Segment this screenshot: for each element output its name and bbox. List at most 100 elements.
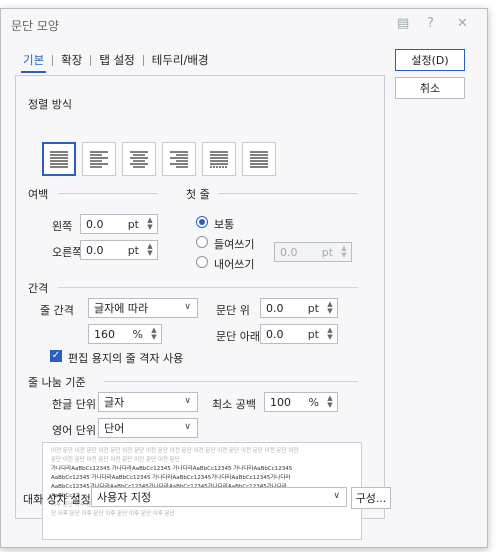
tab-extended[interactable]: 확장: [53, 49, 90, 71]
line-spacing-value: 160: [94, 327, 115, 341]
spin-arrows-icon[interactable]: ▲ ▼: [338, 244, 350, 260]
space-above-value: 0.0: [266, 301, 284, 315]
right-margin-unit: pt: [127, 244, 139, 257]
first-line-normal-label: 보통: [214, 218, 235, 231]
ok-button[interactable]: 설정(D): [395, 49, 465, 71]
line-spacing-unit: %: [132, 328, 143, 341]
first-line-value-input[interactable]: 0.0 pt ▲ ▼: [274, 242, 352, 262]
settings-icon[interactable]: ▤: [397, 16, 409, 31]
preview-prev-line: 이전 문단 이전 문단 이전 문단 이전 문단 이전 문단 이전 문단 이전 문…: [51, 448, 299, 454]
line-spacing-value-input[interactable]: 160 % ▲ ▼: [88, 324, 162, 344]
spin-arrows-icon[interactable]: ▲ ▼: [144, 216, 156, 232]
min-space-value: 100: [270, 395, 291, 409]
first-line-outdent-radio[interactable]: [196, 256, 208, 268]
space-above-label: 문단 위: [216, 304, 250, 317]
tab-tab-settings[interactable]: 탭 설정: [91, 49, 142, 71]
chevron-down-icon: ∨: [184, 302, 191, 312]
line-spacing-label: 줄 간격: [40, 304, 74, 317]
left-margin-input[interactable]: 0.0 pt ▲ ▼: [80, 214, 158, 234]
english-unit-select[interactable]: 단어 ∨: [98, 418, 198, 438]
preview-next-line: 단 이후 문단 이후 문단 이후 문단 이후 문단 이후 문단: [51, 511, 175, 517]
preview-sample-line: 가나다라AaBbCc12345 가나다라AaBbCc12345 가나다라AaBb…: [51, 466, 293, 472]
title-bar: 문단 모양 ▤ ? ✕: [1, 9, 487, 39]
right-margin-value: 0.0: [86, 243, 104, 257]
margin-heading: 여백: [28, 188, 49, 201]
preview-prev-line: 문단 이전 문단 이전 문단 이전 문단 이전 문단 이전 문단: [51, 457, 180, 463]
align-distribute-button[interactable]: [202, 142, 236, 176]
align-left-button[interactable]: [82, 142, 116, 176]
chevron-down-icon: ∨: [184, 396, 191, 406]
line-grid-checkbox[interactable]: ✓: [50, 350, 62, 362]
first-line-heading: 첫 줄: [186, 188, 210, 201]
align-justify-button[interactable]: [42, 142, 76, 176]
first-line-outdent-label: 내어쓰기: [214, 258, 255, 271]
min-space-label: 최소 공백: [212, 398, 256, 411]
first-line-divider: [218, 193, 358, 194]
align-center-icon: [130, 151, 148, 168]
korean-unit-value: 글자: [104, 396, 125, 409]
tab-bar: 기본 확장 탭 설정 테두리/배경: [15, 49, 217, 73]
align-center-button[interactable]: [122, 142, 156, 176]
dialog-settings-select[interactable]: 사용자 지정 ∨: [91, 487, 347, 507]
dialog-title: 문단 모양: [11, 19, 59, 33]
space-below-input[interactable]: 0.0 pt ▲ ▼: [260, 324, 338, 344]
align-justify-icon: [50, 151, 68, 168]
right-margin-label: 오른쪽: [52, 246, 83, 259]
alignment-heading: 정렬 방식: [28, 98, 72, 111]
chevron-down-icon: ∨: [184, 422, 191, 432]
spin-arrows-icon[interactable]: ▲ ▼: [144, 242, 156, 258]
left-margin-value: 0.0: [86, 217, 104, 231]
align-distribute-icon: [210, 151, 228, 168]
config-button[interactable]: 구성...: [351, 487, 391, 509]
space-above-input[interactable]: 0.0 pt ▲ ▼: [260, 298, 338, 318]
left-margin-unit: pt: [127, 218, 139, 231]
spin-arrows-icon[interactable]: ▲ ▼: [324, 326, 336, 342]
first-line-value: 0.0: [280, 245, 298, 259]
line-break-heading: 줄 나눔 기준: [28, 376, 86, 389]
dialog-settings-label: 대화 상자 설정: [23, 493, 91, 506]
line-spacing-mode-value: 글자에 따라: [94, 302, 149, 315]
help-icon[interactable]: ?: [427, 16, 434, 31]
first-line-indent-radio[interactable]: [196, 236, 208, 248]
first-line-unit: pt: [321, 246, 333, 259]
align-divide-button[interactable]: [242, 142, 276, 176]
spin-arrows-icon[interactable]: ▲ ▼: [324, 300, 336, 316]
min-space-unit: %: [308, 396, 319, 409]
dialog-settings-value: 사용자 지정: [97, 491, 152, 504]
line-break-divider: [104, 381, 358, 382]
close-icon[interactable]: ✕: [457, 16, 468, 31]
spacing-heading: 간격: [28, 282, 49, 295]
min-space-input[interactable]: 100 % ▲ ▼: [264, 392, 338, 412]
space-below-value: 0.0: [266, 327, 284, 341]
space-below-unit: pt: [307, 328, 319, 341]
tab-border-background[interactable]: 테두리/배경: [144, 49, 217, 71]
english-unit-value: 단어: [104, 422, 125, 435]
right-margin-input[interactable]: 0.0 pt ▲ ▼: [80, 240, 158, 260]
cancel-button-label: 취소: [419, 82, 441, 95]
ok-button-label: 설정(D): [411, 54, 449, 67]
cancel-button[interactable]: 취소: [395, 77, 465, 99]
align-left-icon: [90, 151, 108, 168]
dialog-panel: 기본 확장 탭 설정 테두리/배경 정렬 방식 여백 왼쪽 0.0 pt ▲ ▼…: [15, 49, 385, 540]
first-line-normal-radio[interactable]: [196, 216, 208, 228]
english-unit-label: 영어 단위: [52, 424, 96, 437]
align-right-icon: [170, 151, 188, 168]
spin-arrows-icon[interactable]: ▲ ▼: [324, 394, 336, 410]
basic-tab-content: 정렬 방식 여백 왼쪽 0.0 pt ▲ ▼ 오른쪽 0.0 pt ▲ ▼ 첫 …: [15, 75, 385, 540]
preview-sample-line: AaBbCc12345 가나다라AaBbCc12345 가나다라AaBbCc12…: [51, 475, 291, 481]
korean-unit-label: 한글 단위: [52, 398, 96, 411]
line-grid-label: 편집 용지의 줄 격자 사용: [68, 352, 184, 365]
left-margin-label: 왼쪽: [52, 220, 73, 233]
config-button-label: 구성...: [355, 492, 387, 505]
margin-divider: [58, 193, 158, 194]
space-above-unit: pt: [307, 302, 319, 315]
paragraph-shape-dialog: 문단 모양 ▤ ? ✕ 기본 확장 탭 설정 테두리/배경 정렬 방식 여백 왼…: [0, 8, 488, 548]
chevron-down-icon: ∨: [333, 491, 340, 501]
align-right-button[interactable]: [162, 142, 196, 176]
spin-arrows-icon[interactable]: ▲ ▼: [148, 326, 160, 342]
korean-unit-select[interactable]: 글자 ∨: [98, 392, 198, 412]
space-below-label: 문단 아래: [216, 330, 260, 343]
tab-basic[interactable]: 기본: [15, 49, 52, 73]
line-spacing-mode-select[interactable]: 글자에 따라 ∨: [88, 298, 198, 318]
spacing-divider: [58, 287, 358, 288]
